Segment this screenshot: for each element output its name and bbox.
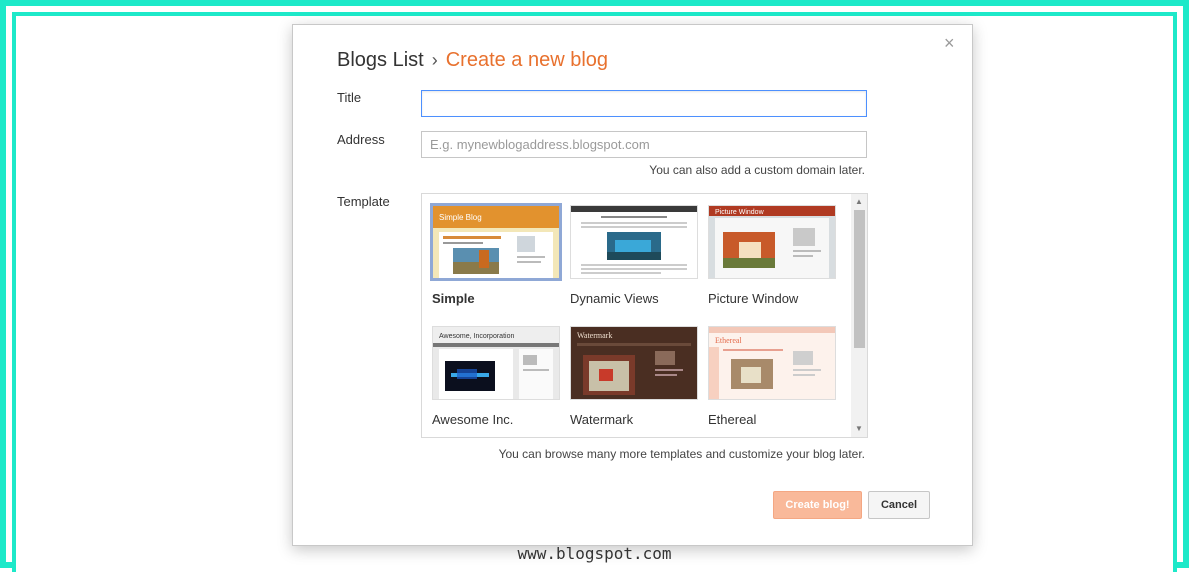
template-dynamic-views-name: Dynamic Views <box>570 291 659 306</box>
template-picture-window[interactable]: Picture Window Picture Window <box>705 202 836 310</box>
template-simple-thumbnail: Simple Blog <box>430 203 562 281</box>
template-dynamic-views-thumbnail <box>570 205 698 279</box>
thumb-ethereal-title: Ethereal <box>715 336 742 345</box>
thumb-simple-title: Simple Blog <box>439 213 482 222</box>
close-icon[interactable]: × <box>944 33 955 53</box>
template-watermark-thumbnail: Watermark <box>570 326 698 400</box>
scroll-down-icon[interactable]: ▼ <box>855 424 863 433</box>
thumb-picture-window-title: Picture Window <box>715 209 765 216</box>
template-simple[interactable]: Simple Blog Simple <box>429 202 562 310</box>
breadcrumb-separator: › <box>431 50 438 70</box>
template-picture-window-thumbnail: Picture Window <box>708 205 836 279</box>
create-blog-dialog: × Blogs List › Create a new blog Title Add… <box>292 24 973 546</box>
scroll-up-icon[interactable]: ▲ <box>855 197 863 206</box>
template-watermark[interactable]: Watermark Watermark <box>567 323 698 431</box>
template-ethereal-name: Ethereal <box>708 412 757 427</box>
scrollbar-thumb[interactable] <box>854 210 865 348</box>
template-ethereal-thumbnail: Ethereal <box>708 326 836 400</box>
breadcrumb-blogs-list[interactable]: Blogs List <box>337 49 424 71</box>
address-hint: You can also add a custom domain later. <box>649 163 865 177</box>
dialog-heading: Blogs List › Create a new blog <box>337 49 608 72</box>
template-gallery: Simple Blog Simple Dynamic Views Picture… <box>421 193 868 438</box>
template-awesome-inc-name: Awesome Inc. <box>432 412 514 427</box>
template-scrollbar[interactable]: ▲ ▼ <box>851 194 867 437</box>
template-dynamic-views[interactable]: Dynamic Views <box>567 202 698 310</box>
template-ethereal[interactable]: Ethereal Ethereal <box>705 323 836 431</box>
create-blog-button[interactable]: Create blog! <box>773 491 862 519</box>
template-awesome-inc-thumbnail: Awesome, Incorporation <box>432 326 560 400</box>
template-picture-window-name: Picture Window <box>708 291 799 306</box>
title-label: Title <box>337 90 362 105</box>
address-input[interactable] <box>421 131 867 158</box>
thumb-awesome-title: Awesome, Incorporation <box>439 333 514 340</box>
thumb-watermark-title: Watermark <box>577 331 612 340</box>
address-label: Address <box>337 132 385 147</box>
watermark-url: www.blogspot.com <box>517 544 672 563</box>
template-hint: You can browse many more templates and c… <box>498 447 865 461</box>
template-awesome-inc[interactable]: Awesome, Incorporation Awesome Inc. <box>429 323 560 431</box>
template-label: Template <box>337 194 390 209</box>
template-simple-name: Simple <box>432 291 475 306</box>
breadcrumb-current: Create a new blog <box>445 49 609 71</box>
cancel-button[interactable]: Cancel <box>868 491 930 519</box>
template-watermark-name: Watermark <box>570 412 634 427</box>
title-input[interactable] <box>421 90 867 117</box>
